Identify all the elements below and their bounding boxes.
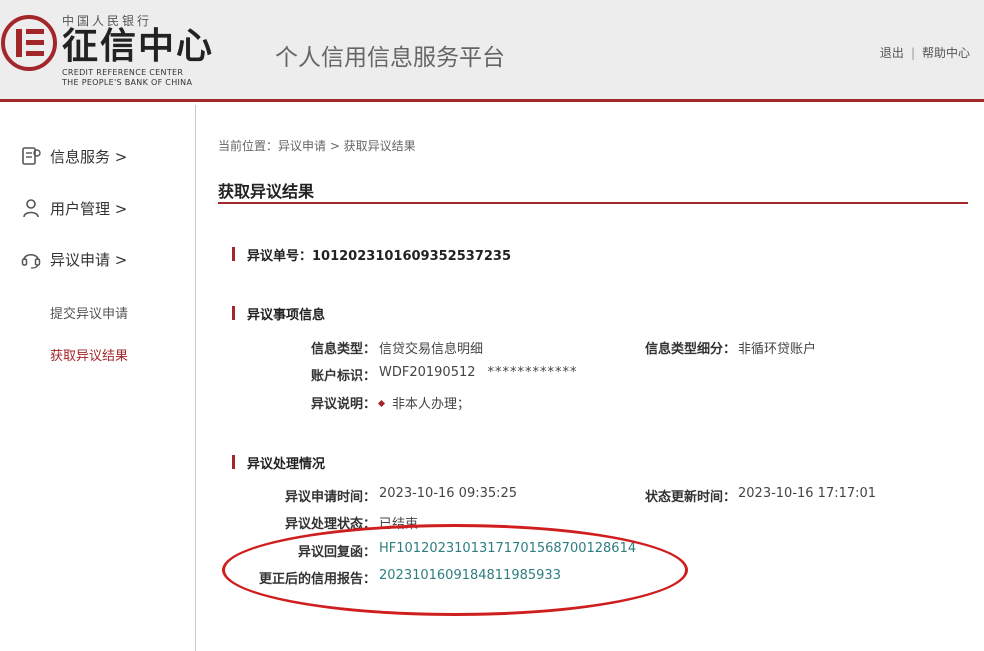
sidebar-item-dispute[interactable]: 异议申请 >	[20, 246, 127, 272]
logo-main-text: 征信中心	[62, 25, 215, 67]
processing-heading: 异议处理情况	[232, 454, 326, 472]
update-time-value: 2023-10-16 17:17:01	[738, 486, 877, 501]
info-subtype-label: 信息类型细分：	[644, 342, 736, 357]
sidebar-item-label: 异议申请 >	[50, 250, 128, 269]
headset-icon	[21, 253, 41, 269]
info-type-label: 信息类型：	[310, 342, 376, 357]
user-icon	[23, 199, 39, 218]
section-marker	[232, 455, 235, 469]
dispute-info-heading: 异议事项信息	[232, 305, 326, 323]
sidebar-subitem-submit-dispute[interactable]: 提交异议申请	[50, 303, 128, 322]
credit-center-logo[interactable]: 中国人民银行 征信中心 CREDIT REFERENCE CENTER THE …	[0, 8, 212, 94]
sidebar-item-user-management[interactable]: 用户管理 >	[20, 195, 127, 221]
apply-time-label: 异议申请时间：	[284, 490, 376, 505]
sidebar-item-info-service[interactable]: 信息服务 >	[20, 143, 127, 169]
update-time-label: 状态更新时间：	[644, 490, 736, 505]
sidebar-item-label: 用户管理 >	[50, 199, 128, 218]
sidebar: 信息服务 > 用户管理 > 异议申请 > 提交异议申请 获取异议结果	[0, 105, 196, 651]
info-type-value: 信贷交易信息明细	[379, 342, 484, 357]
page-title: 获取异议结果	[218, 182, 315, 201]
description-value: 非本人办理；	[377, 393, 471, 412]
logout-link[interactable]: 退出	[880, 46, 904, 60]
account-label: 账户标识：	[310, 369, 376, 384]
processing-heading-text: 异议处理情况	[247, 456, 326, 472]
highlight-annotation	[222, 524, 688, 616]
logo-english-line1: CREDIT REFERENCE CENTER	[62, 68, 184, 77]
section-marker	[232, 247, 235, 261]
document-icon	[22, 147, 41, 165]
header-links: 退出 | 帮助中心	[880, 44, 970, 61]
section-marker	[232, 306, 235, 320]
info-subtype-value: 非循环贷账户	[738, 342, 817, 357]
header-separator: |	[910, 46, 915, 60]
description-text: 非本人办理；	[392, 397, 471, 412]
dispute-info-heading-text: 异议事项信息	[247, 307, 326, 323]
seal-logo-icon	[1, 15, 57, 71]
sidebar-subitem-get-result[interactable]: 获取异议结果	[50, 345, 128, 364]
help-center-link[interactable]: 帮助中心	[922, 46, 970, 60]
title-divider	[218, 202, 968, 204]
header: 中国人民银行 征信中心 CREDIT REFERENCE CENTER THE …	[0, 0, 984, 102]
logo-english-line2: THE PEOPLE'S BANK OF CHINA	[62, 78, 193, 87]
apply-time-value: 2023-10-16 09:35:25	[379, 486, 518, 501]
account-id: WDF20190512	[379, 365, 476, 380]
diamond-bullet-icon	[377, 399, 386, 408]
platform-title: 个人信用信息服务平台	[275, 45, 505, 71]
description-label: 异议说明：	[310, 397, 376, 412]
sidebar-item-label: 信息服务 >	[50, 147, 128, 166]
dispute-number-text: 异议单号：1012023101609352537235	[247, 248, 511, 264]
account-masked: ************	[487, 365, 578, 380]
dispute-number-heading: 异议单号：1012023101609352537235	[232, 246, 511, 264]
account-value: WDF20190512 ************	[379, 365, 578, 380]
breadcrumb: 当前位置：异议申请 > 获取异议结果	[218, 139, 416, 153]
